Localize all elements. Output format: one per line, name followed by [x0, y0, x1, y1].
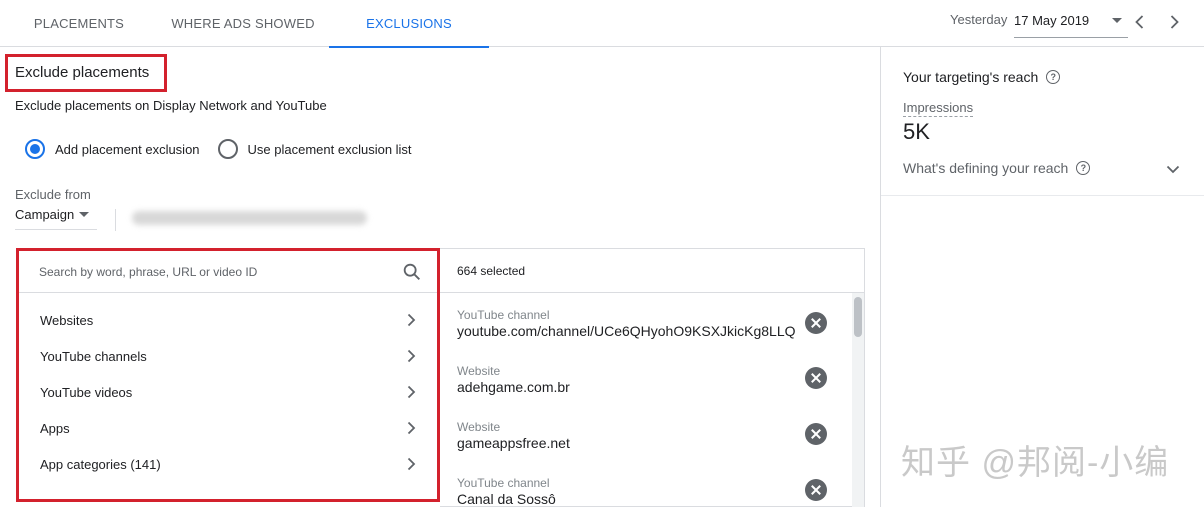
item-type: Website — [457, 420, 501, 434]
divider — [440, 292, 865, 293]
previous-date-button[interactable] — [1130, 12, 1150, 32]
item-type: YouTube channel — [457, 308, 550, 322]
chevron-right-icon — [407, 457, 416, 471]
impressions-label[interactable]: Impressions — [903, 100, 974, 117]
search-bar — [19, 251, 437, 293]
radio-use-exclusion-list[interactable] — [217, 139, 238, 159]
category-websites[interactable]: Websites — [19, 302, 437, 338]
remove-item-button[interactable] — [805, 312, 827, 334]
category-app-categories[interactable]: App categories (141) — [19, 446, 437, 482]
category-youtube-channels[interactable]: YouTube channels — [19, 338, 437, 374]
selected-item: Website gameappsfree.net — [457, 420, 837, 451]
exclude-from-value: Campaign — [15, 207, 75, 222]
scrollbar[interactable] — [852, 293, 864, 507]
remove-item-button[interactable] — [805, 367, 827, 389]
radio-add-placement-exclusion[interactable] — [25, 139, 45, 159]
top-tab-bar: PLACEMENTS WHERE ADS SHOWED EXCLUSIONS Y… — [0, 0, 1204, 48]
divider — [881, 195, 1204, 196]
tab-exclusions[interactable]: EXCLUSIONS — [329, 0, 489, 48]
date-value: 17 May 2019 — [1014, 13, 1090, 28]
selected-count: 664 selected — [457, 264, 526, 278]
tab-placements[interactable]: PLACEMENTS — [0, 0, 158, 47]
search-input[interactable] — [39, 261, 389, 283]
caret-down-icon — [79, 212, 89, 217]
defining-reach-label: What's defining your reach ? — [903, 160, 1091, 176]
category-label: YouTube videos — [40, 384, 133, 400]
category-label: YouTube channels — [40, 348, 147, 364]
next-date-button[interactable] — [1164, 12, 1184, 32]
item-type: Website — [457, 364, 501, 378]
exclude-from-select[interactable]: Campaign — [15, 204, 97, 230]
help-icon[interactable]: ? — [1046, 70, 1061, 84]
item-value: Canal da Sossô — [457, 491, 556, 507]
page-subtitle: Exclude placements on Display Network an… — [15, 98, 327, 113]
category-youtube-videos[interactable]: YouTube videos — [19, 374, 437, 410]
selected-item: Website adehgame.com.br — [457, 364, 837, 395]
category-label: App categories (141) — [40, 456, 161, 472]
item-value: youtube.com/channel/UCe6QHyohO9KSXJkicKg… — [457, 323, 796, 339]
help-icon[interactable]: ? — [1076, 161, 1091, 175]
item-value: gameappsfree.net — [457, 435, 570, 451]
reach-title: Your targeting's reach ? — [903, 69, 1061, 85]
selected-item: YouTube channel Canal da Sossô — [457, 476, 837, 507]
exclusion-mode-group: Add placement exclusion Use placement ex… — [25, 139, 412, 159]
reach-title-text: Your targeting's reach — [903, 69, 1039, 85]
chevron-down-icon[interactable] — [1164, 160, 1182, 178]
caret-down-icon — [1112, 18, 1122, 23]
category-label: Apps — [40, 420, 70, 436]
chevron-right-icon — [407, 385, 416, 399]
reach-sidebar: Your targeting's reach ? Impressions 5K … — [880, 47, 1204, 507]
remove-item-button[interactable] — [805, 479, 827, 501]
remove-item-button[interactable] — [805, 423, 827, 445]
watermark: 知乎 @邦阅-小编 — [901, 444, 1170, 482]
item-type: YouTube channel — [457, 476, 550, 490]
main-content: Exclude placements Exclude placements on… — [0, 47, 880, 507]
blurred-campaign-name — [132, 211, 367, 225]
radio-label-list: Use placement exclusion list — [247, 141, 412, 157]
page-title: Exclude placements — [15, 64, 150, 81]
category-apps[interactable]: Apps — [19, 410, 437, 446]
chevron-left-icon — [1135, 15, 1144, 29]
selected-placements-panel: 664 selected YouTube channel youtube.com… — [440, 248, 865, 507]
exclude-from-label: Exclude from — [15, 187, 91, 202]
divider — [115, 209, 116, 231]
chevron-right-icon — [407, 349, 416, 363]
category-label: Websites — [40, 312, 94, 328]
chevron-right-icon — [407, 313, 416, 327]
radio-label-add: Add placement exclusion — [55, 141, 200, 157]
date-prefix: Yesterday — [950, 12, 1008, 27]
placement-browser: Websites YouTube channels YouTube videos… — [16, 248, 440, 502]
selected-item: YouTube channel youtube.com/channel/UCe6… — [457, 308, 837, 339]
date-range-select[interactable]: 17 May 2019 — [1014, 10, 1128, 38]
chevron-right-icon — [407, 421, 416, 435]
search-icon[interactable] — [401, 261, 423, 283]
scrollbar-thumb[interactable] — [854, 297, 862, 337]
tab-where-ads-showed[interactable]: WHERE ADS SHOWED — [158, 0, 328, 47]
item-value: adehgame.com.br — [457, 379, 570, 395]
defining-reach-text: What's defining your reach — [903, 160, 1069, 176]
impressions-value: 5K — [903, 119, 930, 144]
chevron-right-icon — [1170, 15, 1179, 29]
